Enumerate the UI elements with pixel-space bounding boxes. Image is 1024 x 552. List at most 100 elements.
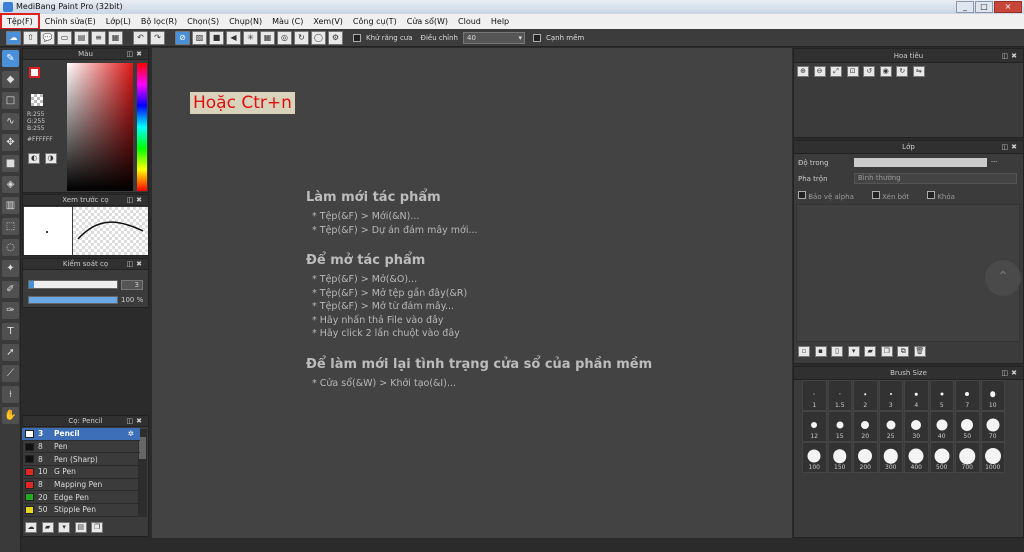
swap-icon[interactable]: ◑ (44, 153, 57, 164)
share-icon[interactable]: ⇧ (23, 30, 38, 45)
menu-edit[interactable]: Chỉnh sửa(E) (40, 15, 101, 28)
lasso-tool-icon[interactable]: ◌ (2, 239, 19, 256)
brush-list-item[interactable]: 10 G Pen (22, 466, 140, 479)
menu-color[interactable]: Màu (C) (267, 15, 308, 28)
no-selection-icon[interactable]: ⊘ (175, 30, 190, 45)
settings-icon[interactable]: ▤ (74, 522, 87, 533)
brush-size-slider[interactable] (28, 280, 118, 289)
brush-size-preset[interactable]: 2 (853, 380, 878, 411)
curve-icon[interactable]: ↻ (294, 30, 309, 45)
transparent-swatch[interactable] (31, 94, 43, 106)
panel-controls[interactable]: ◫✖ (1002, 367, 1020, 380)
page-icon[interactable]: ▭ (57, 30, 72, 45)
grid-icon[interactable]: ▦ (108, 30, 123, 45)
brush-size-preset[interactable]: 70 (980, 411, 1005, 442)
brush-size-preset[interactable]: 700 (955, 442, 980, 473)
add-list-icon[interactable]: ▾ (58, 522, 71, 533)
adjust-combo[interactable]: 40 (463, 31, 525, 44)
merge-layer-icon[interactable]: ⧉ (897, 346, 910, 357)
brush-size-preset[interactable]: 4 (904, 380, 929, 411)
magic-wand-icon[interactable]: ✦ (2, 260, 19, 277)
menu-view[interactable]: Xem(V) (308, 15, 348, 28)
brush-size-preset[interactable]: 5 (929, 380, 954, 411)
dot-tool-icon[interactable]: ∿ (2, 113, 19, 130)
hue-slider[interactable] (137, 63, 147, 191)
palette-icon[interactable]: ◐ (28, 153, 40, 164)
brush-list-item[interactable]: 20 Edge Pen (22, 491, 140, 505)
brush-size-preset[interactable]: 40 (929, 411, 954, 442)
text-tool-icon[interactable]: T (2, 323, 19, 340)
undo-icon[interactable]: ↶ (133, 30, 148, 45)
hatch-icon[interactable]: ▨ (192, 30, 207, 45)
layer-folder-icon[interactable]: ▰ (864, 346, 877, 357)
brush-size-preset[interactable]: 3 (878, 380, 903, 411)
brush-size-value[interactable]: 3 (121, 280, 143, 290)
layer-list[interactable]: ⌃ (796, 204, 1021, 342)
minimize-button[interactable]: _ (956, 1, 974, 13)
panel-controls[interactable]: ◫✖ (1002, 49, 1020, 63)
brush-size-preset[interactable]: 15 (827, 411, 852, 442)
brush-list-item[interactable]: 3 Pencil ✲ (22, 428, 140, 441)
brush-size-preset[interactable]: 12 (802, 411, 827, 442)
triangle-left-icon[interactable]: ◀ (226, 30, 241, 45)
brush-size-preset[interactable]: 150 (827, 442, 852, 473)
rotate-left-icon[interactable]: ↺ (863, 66, 876, 77)
ring-icon[interactable]: ◯ (311, 30, 326, 45)
flip-icon[interactable]: ⇋ (912, 66, 925, 77)
select-eraser-icon[interactable]: ✑ (2, 302, 19, 319)
rect-tool-icon[interactable]: □ (2, 92, 19, 109)
menu-file[interactable]: Tệp(F) (0, 13, 40, 30)
add-brush-icon[interactable]: ☁ (25, 522, 37, 533)
divide-tool-icon[interactable]: ⟋ (2, 365, 19, 382)
cloud-icon[interactable]: ☁ (6, 30, 21, 45)
redo-icon[interactable]: ↷ (150, 30, 165, 45)
edge-checkbox[interactable] (533, 33, 541, 42)
menu-cloud[interactable]: Cloud (453, 15, 486, 28)
menu-filter[interactable]: Bộ lọc(R) (136, 15, 182, 28)
select-tool-icon[interactable]: ⬚ (2, 218, 19, 235)
circle-icon[interactable]: ◎ (277, 30, 292, 45)
panel-controls[interactable]: ◫✖ (1002, 141, 1020, 154)
rotate-right-icon[interactable]: ↻ (896, 66, 909, 77)
brush-size-preset[interactable]: 20 (853, 411, 878, 442)
panel-controls[interactable]: ◫✖ (127, 195, 145, 206)
operation-tool-icon[interactable]: ➚ (2, 344, 19, 361)
hand-tool-icon[interactable]: ✋ (2, 407, 19, 424)
brush-list-item[interactable]: 8 Pen (22, 441, 140, 454)
brush-size-preset[interactable]: 10 (980, 380, 1005, 411)
move-tool-icon[interactable]: ✥ (2, 134, 19, 151)
protect-alpha-checkbox[interactable] (798, 191, 806, 199)
brush-opacity-slider[interactable] (28, 296, 118, 304)
list-icon[interactable]: ≡ (91, 30, 106, 45)
brush-size-preset[interactable]: 500 (929, 442, 954, 473)
new-layer-icon[interactable]: ▫ (798, 346, 810, 357)
delete-layer-icon[interactable]: 🗑 (913, 346, 926, 357)
zoom-in-icon[interactable]: ⊕ (797, 66, 809, 77)
layer-opacity-slider[interactable] (854, 158, 987, 167)
antialias-checkbox[interactable] (353, 33, 361, 42)
brush-size-preset[interactable]: 7 (955, 380, 980, 411)
folder-icon[interactable]: ▰ (41, 522, 54, 533)
saturation-value-picker[interactable] (67, 63, 133, 191)
comment-icon[interactable]: 💬 (40, 30, 55, 45)
foreground-swatch[interactable] (29, 67, 40, 78)
duplicate-layer-icon[interactable]: ❐ (880, 346, 893, 357)
grid-dots-icon[interactable]: ▦ (260, 30, 275, 45)
brush-tool-icon[interactable]: ✎ (2, 50, 19, 67)
canvas-area[interactable] (152, 48, 792, 538)
clipping-checkbox[interactable] (871, 191, 880, 199)
select-pen-icon[interactable]: ✐ (2, 281, 19, 298)
menu-select[interactable]: Chọn(S) (182, 15, 224, 28)
brush-list-item[interactable]: 50 Stipple Pen (22, 504, 140, 517)
brush-size-preset[interactable]: 300 (878, 442, 903, 473)
menu-help[interactable]: Help (486, 15, 514, 28)
lock-checkbox[interactable] (927, 191, 936, 199)
zoom-out-icon[interactable]: ⊖ (813, 66, 826, 77)
eraser-tool-icon[interactable]: ◆ (2, 71, 19, 88)
panel-controls[interactable]: ◫✖ (127, 416, 145, 427)
brush-size-preset[interactable]: 25 (878, 411, 903, 442)
document-icon[interactable]: ▤ (74, 30, 89, 45)
copy-icon[interactable]: ❐ (91, 522, 104, 533)
brush-size-preset[interactable]: 100 (802, 442, 827, 473)
panel-controls[interactable]: ◫✖ (127, 49, 145, 60)
